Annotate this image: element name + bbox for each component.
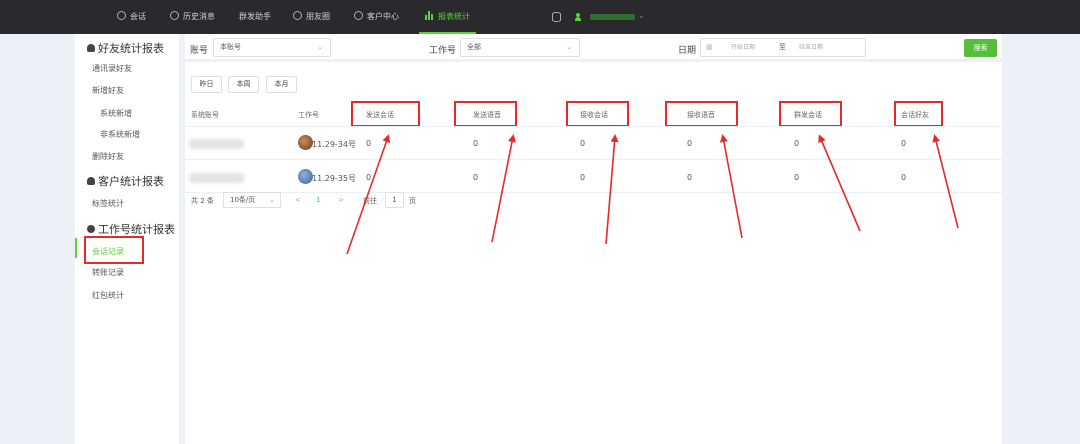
- next-page-button[interactable]: >: [338, 196, 344, 204]
- customer-icon: [354, 11, 363, 20]
- moments-icon: [293, 11, 302, 20]
- annotation-box: [665, 101, 738, 127]
- page-1-button[interactable]: 1: [316, 196, 320, 204]
- page-size-select[interactable]: 10条/页 ⌄: [223, 192, 281, 208]
- nav-history[interactable]: 历史消息: [170, 0, 215, 34]
- workno-select[interactable]: 全部 ⌄: [460, 38, 580, 57]
- chat-icon: [117, 11, 126, 20]
- sidebar-item-tags[interactable]: 标签统计: [92, 198, 124, 209]
- top-nav-bar: 会话 历史消息 群发助手 朋友圈 客户中心 报表统计 ⌄: [0, 0, 1080, 34]
- workno-cell: 11.29-34号: [312, 140, 356, 149]
- pagination-total: 共 2 条: [191, 197, 214, 205]
- chevron-down-icon: ⌄: [269, 196, 275, 204]
- annotation-box-sidebar: [84, 236, 144, 264]
- sidebar-group-friends[interactable]: 好友统计报表: [87, 40, 164, 56]
- wechat-icon: [87, 225, 95, 233]
- date-separator: 至: [779, 43, 786, 51]
- send-voice-cell: 0: [473, 173, 479, 182]
- annotation-box: [894, 101, 943, 127]
- divider: [185, 159, 1002, 160]
- yesterday-button[interactable]: 昨日: [191, 76, 222, 93]
- system-account-redacted: [189, 173, 244, 183]
- sidebar-item-red-packet[interactable]: 红包统计: [92, 290, 124, 301]
- nav-chat[interactable]: 会话: [117, 0, 146, 34]
- send-chat-cell: 0: [366, 173, 372, 182]
- calendar-icon: ▦: [706, 43, 713, 51]
- sidebar-item-system-new[interactable]: 系统新增: [100, 108, 132, 119]
- nav-moments[interactable]: 朋友圈: [293, 0, 330, 34]
- nav-mass-send[interactable]: 群发助手: [239, 0, 271, 34]
- receive-voice-cell: 0: [687, 139, 693, 148]
- filter-row: 账号 本账号 ⌄ 工作号 全部 ⌄ 日期 ▦ 开始日期 至 结束日期 搜索: [185, 34, 1002, 62]
- date-end-input[interactable]: 结束日期: [799, 39, 823, 56]
- this-month-button[interactable]: 本月: [266, 76, 297, 93]
- nav-reports[interactable]: 报表统计: [419, 0, 476, 34]
- workno-label: 工作号: [429, 46, 457, 56]
- chevron-down-icon: ⌄: [317, 43, 323, 51]
- col-system-account[interactable]: 系统账号: [191, 110, 219, 120]
- nav-customer-center[interactable]: 客户中心: [354, 0, 399, 34]
- this-week-button[interactable]: 本周: [228, 76, 259, 93]
- chat-friends-cell: 0: [901, 173, 907, 182]
- person-icon: [87, 177, 95, 185]
- user-name-redacted[interactable]: [590, 14, 635, 20]
- system-account-redacted: [189, 139, 244, 149]
- group-chat-cell: 0: [794, 139, 800, 148]
- account-select[interactable]: 本账号 ⌄: [213, 38, 331, 57]
- group-chat-cell: 0: [794, 173, 800, 182]
- account-label: 账号: [190, 46, 209, 56]
- receive-chat-cell: 0: [580, 139, 586, 148]
- annotation-box: [779, 101, 842, 127]
- user-icon: [575, 13, 581, 21]
- divider: [185, 192, 1002, 193]
- sidebar-active-indicator: [75, 238, 77, 258]
- annotation-box: [454, 101, 517, 127]
- sidebar-item-non-system-new[interactable]: 非系统新增: [100, 129, 140, 140]
- chat-friends-cell: 0: [901, 139, 907, 148]
- goto-page-input[interactable]: 1: [385, 192, 404, 208]
- chevron-down-icon: ⌄: [566, 43, 572, 51]
- chart-icon: [425, 11, 434, 20]
- avatar: [298, 169, 313, 184]
- goto-label: 前往: [363, 197, 377, 205]
- sidebar-item-new-friends[interactable]: 新增好友: [92, 85, 124, 96]
- sidebar-item-contacts[interactable]: 通讯录好友: [92, 63, 132, 74]
- send-voice-cell: 0: [473, 139, 479, 148]
- receive-voice-cell: 0: [687, 173, 693, 182]
- history-icon: [170, 11, 179, 20]
- divider: [185, 126, 1002, 127]
- workno-cell: 11.29-35号: [312, 174, 356, 183]
- prev-page-button[interactable]: <: [295, 196, 301, 204]
- database-icon[interactable]: [552, 12, 561, 22]
- receive-chat-cell: 0: [580, 173, 586, 182]
- main-panel: 账号 本账号 ⌄ 工作号 全部 ⌄ 日期 ▦ 开始日期 至 结束日期 搜索 昨日 本…: [185, 34, 1002, 444]
- col-workno[interactable]: 工作号: [298, 110, 319, 120]
- sidebar-item-transfer-records[interactable]: 转账记录: [92, 267, 124, 278]
- sidebar-item-deleted-friends[interactable]: 删除好友: [92, 151, 124, 162]
- avatar: [298, 135, 313, 150]
- sidebar-group-workno[interactable]: 工作号统计报表: [87, 221, 175, 237]
- send-chat-cell: 0: [366, 139, 372, 148]
- date-start-input[interactable]: 开始日期: [731, 39, 755, 56]
- search-button[interactable]: 搜索: [964, 39, 997, 57]
- chevron-down-icon[interactable]: ⌄: [638, 11, 645, 20]
- annotation-box: [566, 101, 629, 127]
- date-range-picker[interactable]: ▦ 开始日期 至 结束日期: [700, 38, 866, 57]
- date-label: 日期: [678, 46, 697, 56]
- annotation-box: [351, 101, 420, 127]
- page-suffix: 页: [409, 197, 416, 205]
- sidebar-group-customers[interactable]: 客户统计报表: [87, 173, 164, 189]
- person-icon: [87, 44, 95, 52]
